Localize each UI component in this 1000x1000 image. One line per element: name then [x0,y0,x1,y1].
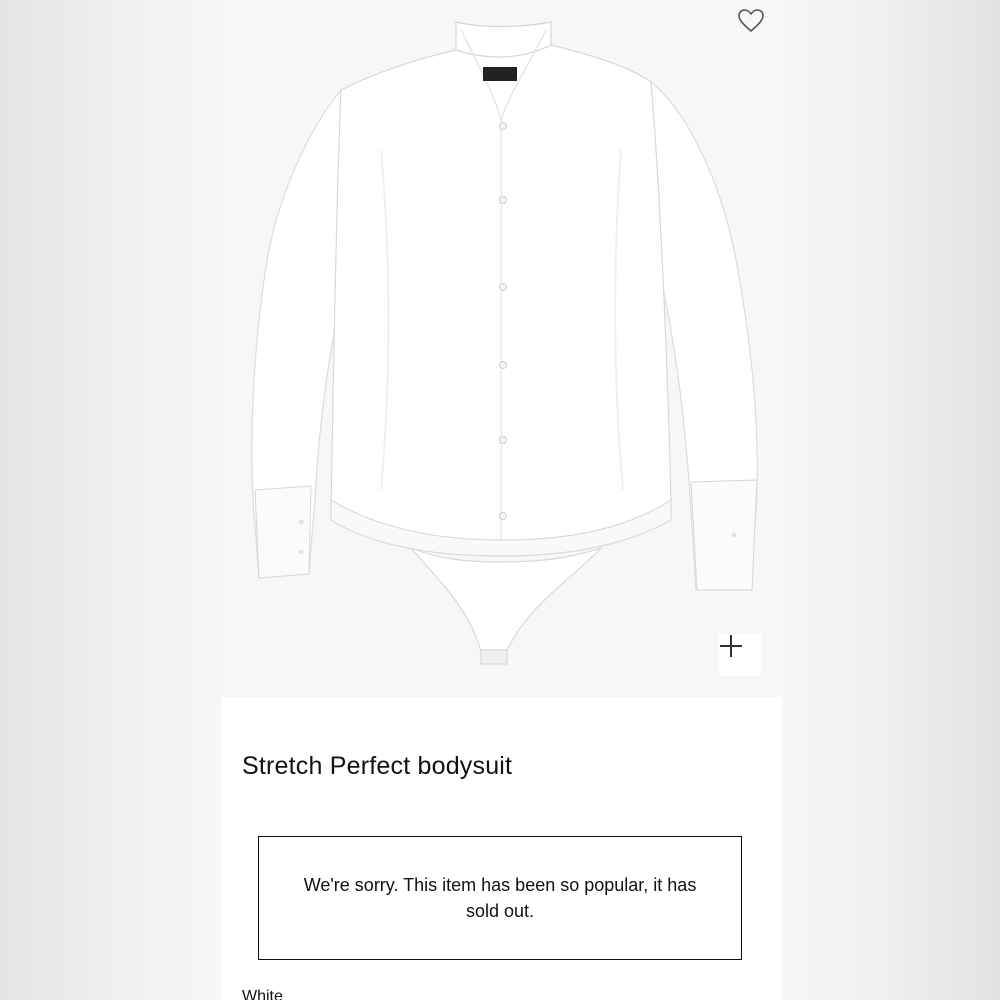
heart-icon [738,9,764,32]
page-background-right [782,0,1000,1000]
color-label: White [242,988,283,1000]
plus-icon [720,635,742,657]
wishlist-button[interactable] [737,8,769,40]
sold-out-notice: We're sorry. This item has been so popul… [258,836,742,960]
page-background-left [0,0,221,1000]
product-image[interactable] [221,0,782,697]
product-card: Stretch Perfect bodysuit We're sorry. Th… [221,0,782,1000]
shirt-illustration [251,21,758,665]
zoom-button[interactable] [719,634,761,676]
product-title: Stretch Perfect bodysuit [242,752,513,780]
sold-out-message: We're sorry. This item has been so popul… [303,875,697,921]
